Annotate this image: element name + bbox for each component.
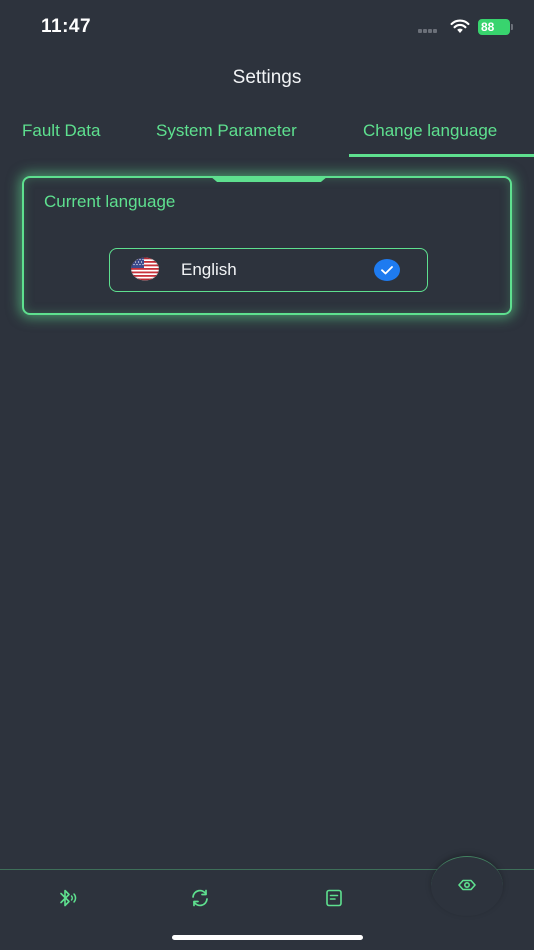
tab-fault-data[interactable]: Fault Data	[22, 121, 100, 141]
tab-system-parameter[interactable]: System Parameter	[156, 121, 297, 141]
card-notch	[210, 176, 328, 182]
us-flag-icon	[131, 257, 159, 281]
signal-icon	[418, 29, 442, 35]
bluetooth-icon[interactable]	[54, 886, 78, 910]
battery-tip	[511, 24, 513, 30]
status-bar: 11:47 88	[0, 0, 534, 54]
home-indicator[interactable]	[172, 935, 363, 940]
page-title: Settings	[232, 67, 302, 88]
tab-change-language[interactable]: Change language	[363, 121, 497, 141]
wifi-icon	[450, 19, 470, 33]
screen: 11:47 88 Settings Fault Data System Para…	[0, 0, 534, 950]
sync-icon[interactable]	[188, 886, 212, 910]
tab-bar: Fault Data System Parameter Change langu…	[0, 112, 534, 158]
log-icon[interactable]	[322, 886, 346, 910]
current-language-card: Current language English	[22, 176, 512, 315]
status-time: 11:47	[41, 16, 92, 37]
check-circle-icon	[374, 259, 400, 281]
language-option-english[interactable]: English	[109, 248, 428, 292]
active-tab-indicator	[349, 154, 534, 157]
settings-eye-icon[interactable]	[455, 873, 479, 897]
battery-indicator: 88	[478, 19, 510, 35]
current-language-label: Current language	[44, 192, 176, 211]
language-name: English	[181, 260, 237, 279]
